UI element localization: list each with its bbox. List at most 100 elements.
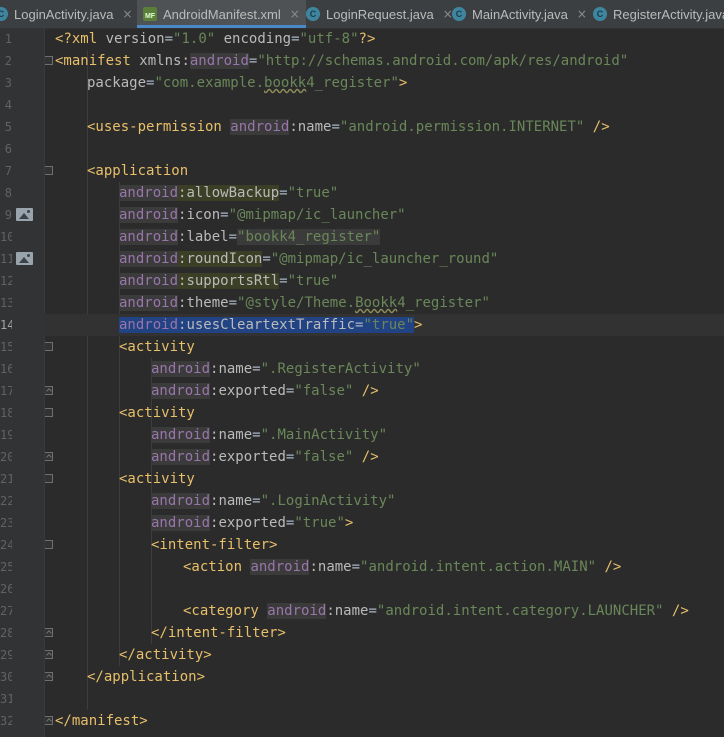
token-tag: > bbox=[398, 75, 408, 91]
token-tag: <manifest bbox=[55, 53, 140, 69]
line-number: 26 bbox=[0, 582, 12, 596]
tab-label: LoginRequest.java bbox=[326, 6, 434, 22]
token-value: 4_register" bbox=[306, 75, 399, 91]
line-number-gutter[interactable]: 1 2 3 4 5 6 7 8 9 10 11 12 13 14 15 16 1… bbox=[0, 28, 74, 737]
token-tag: <application bbox=[87, 163, 189, 179]
token-eq: = bbox=[279, 185, 288, 201]
token-attr: encoding bbox=[223, 31, 292, 47]
image-preview-icon[interactable] bbox=[16, 208, 33, 221]
line-number: 24 bbox=[0, 538, 12, 552]
token-colon: : bbox=[289, 119, 298, 135]
token-namespace: android bbox=[151, 383, 211, 399]
token-attr: theme bbox=[186, 295, 229, 311]
line-number: 8 bbox=[4, 186, 12, 200]
token-value: "bookk4_register" bbox=[237, 229, 381, 245]
token-tag: </intent-filter> bbox=[151, 625, 286, 641]
token-tag: </activity> bbox=[119, 647, 212, 663]
token-namespace: android bbox=[119, 273, 179, 289]
token-namespace: android bbox=[119, 295, 179, 311]
line-number: 11 bbox=[0, 252, 12, 266]
code-line: <?xml version="1.0" encoding="utf-8"?> bbox=[44, 28, 724, 50]
token-attr: package bbox=[87, 75, 147, 91]
token-namespace: android bbox=[119, 207, 179, 223]
token-eq: = bbox=[331, 119, 340, 135]
line-number: 19 bbox=[0, 428, 12, 442]
code-line: </activity> bbox=[44, 644, 724, 666]
token-value: "android.intent.category.LAUNCHER" bbox=[376, 603, 664, 619]
token-value: "@mipmap/ic_launcher" bbox=[228, 207, 406, 223]
token-tag: > bbox=[414, 317, 423, 333]
image-preview-icon[interactable] bbox=[16, 252, 33, 265]
tab-login-request[interactable]: LoginRequest.java × bbox=[306, 0, 453, 28]
code-line: android:roundIcon="@mipmap/ic_launcher_r… bbox=[44, 248, 724, 270]
line-number-current: 14 bbox=[0, 318, 12, 332]
java-class-icon bbox=[593, 7, 607, 21]
token-namespace: android bbox=[119, 251, 179, 267]
tab-label: MainActivity.java bbox=[472, 6, 568, 22]
token-value-typo: Bookk bbox=[355, 295, 398, 311]
token-namespace: android bbox=[267, 603, 327, 619]
code-line: <activity bbox=[44, 402, 724, 424]
token-namespace: android bbox=[230, 119, 290, 135]
token-value: "true" bbox=[287, 185, 339, 201]
code-line: </intent-filter> bbox=[44, 622, 724, 644]
line-number: 5 bbox=[4, 120, 12, 134]
token-tag: <intent-filter> bbox=[151, 537, 278, 553]
token-eq: = bbox=[291, 31, 300, 47]
token-tag: </application> bbox=[87, 669, 206, 685]
close-icon[interactable]: × bbox=[577, 7, 587, 21]
line-number: 10 bbox=[0, 230, 12, 244]
code-line: <activity bbox=[44, 468, 724, 490]
token-attr: xmlns: bbox=[139, 53, 190, 69]
line-number: 3 bbox=[4, 76, 12, 90]
tab-android-manifest[interactable]: AndroidManifest.xml × bbox=[137, 0, 306, 28]
line-number: 2 bbox=[4, 54, 12, 68]
line-number: 7 bbox=[4, 164, 12, 178]
line-number: 9 bbox=[4, 208, 12, 222]
tab-login-activity[interactable]: LoginActivity.java × bbox=[0, 0, 133, 28]
close-icon[interactable]: × bbox=[290, 7, 300, 21]
token-tag: > bbox=[344, 515, 354, 531]
code-line: android:name=".LoginActivity" bbox=[44, 490, 724, 512]
token-attr: name bbox=[218, 361, 253, 377]
token-attr: icon bbox=[186, 207, 221, 223]
token-value: 4_register" bbox=[397, 295, 490, 311]
code-line: android:supportsRtl="true" bbox=[44, 270, 724, 292]
code-line: </manifest> bbox=[44, 710, 724, 732]
close-icon[interactable]: × bbox=[122, 7, 132, 21]
token-colon: : bbox=[326, 603, 335, 619]
token-attr: exported bbox=[218, 449, 286, 465]
token-eq: = bbox=[279, 273, 288, 289]
token-value: "com.example. bbox=[154, 75, 265, 91]
token-eq: = bbox=[228, 229, 238, 245]
token-tag: <category bbox=[183, 603, 268, 619]
code-line: android:exported="false" /> bbox=[44, 446, 724, 468]
token-value-typo: bookk bbox=[264, 75, 307, 91]
token-namespace: android bbox=[250, 559, 310, 575]
token-tag: /> bbox=[584, 119, 610, 135]
token-namespace: android bbox=[189, 53, 249, 69]
token-eq: = bbox=[262, 251, 271, 267]
code-line: android:label="bookk4_register" bbox=[44, 226, 724, 248]
java-class-icon bbox=[306, 7, 320, 21]
token-tag: <activity bbox=[119, 471, 195, 487]
code-line: android:icon="@mipmap/ic_launcher" bbox=[44, 204, 724, 226]
line-number: 23 bbox=[0, 516, 12, 530]
code-line: android:allowBackup="true" bbox=[44, 182, 724, 204]
token-value: "android.intent.action.MAIN" bbox=[360, 559, 597, 575]
token-eq: = bbox=[220, 207, 229, 223]
token-tag: /> bbox=[353, 449, 379, 465]
tab-main-activity[interactable]: MainActivity.java × bbox=[452, 0, 587, 28]
code-line: package="com.example.bookk4_register"> bbox=[44, 72, 724, 94]
token-value: "true" bbox=[287, 273, 339, 289]
token-value: ".MainActivity" bbox=[260, 427, 388, 443]
token-tag: /> bbox=[353, 383, 379, 399]
line-number: 18 bbox=[0, 406, 12, 420]
code-editor[interactable]: <?xml version="1.0" encoding="utf-8"?> <… bbox=[44, 28, 724, 737]
code-line: <activity bbox=[44, 336, 724, 358]
token-attr: name bbox=[297, 119, 332, 135]
line-number: 31 bbox=[0, 692, 12, 706]
code-line: android:exported="true"> bbox=[44, 512, 724, 534]
tab-register-activity[interactable]: RegisterActivity.java bbox=[593, 0, 724, 28]
token-pi: <? bbox=[55, 31, 72, 47]
